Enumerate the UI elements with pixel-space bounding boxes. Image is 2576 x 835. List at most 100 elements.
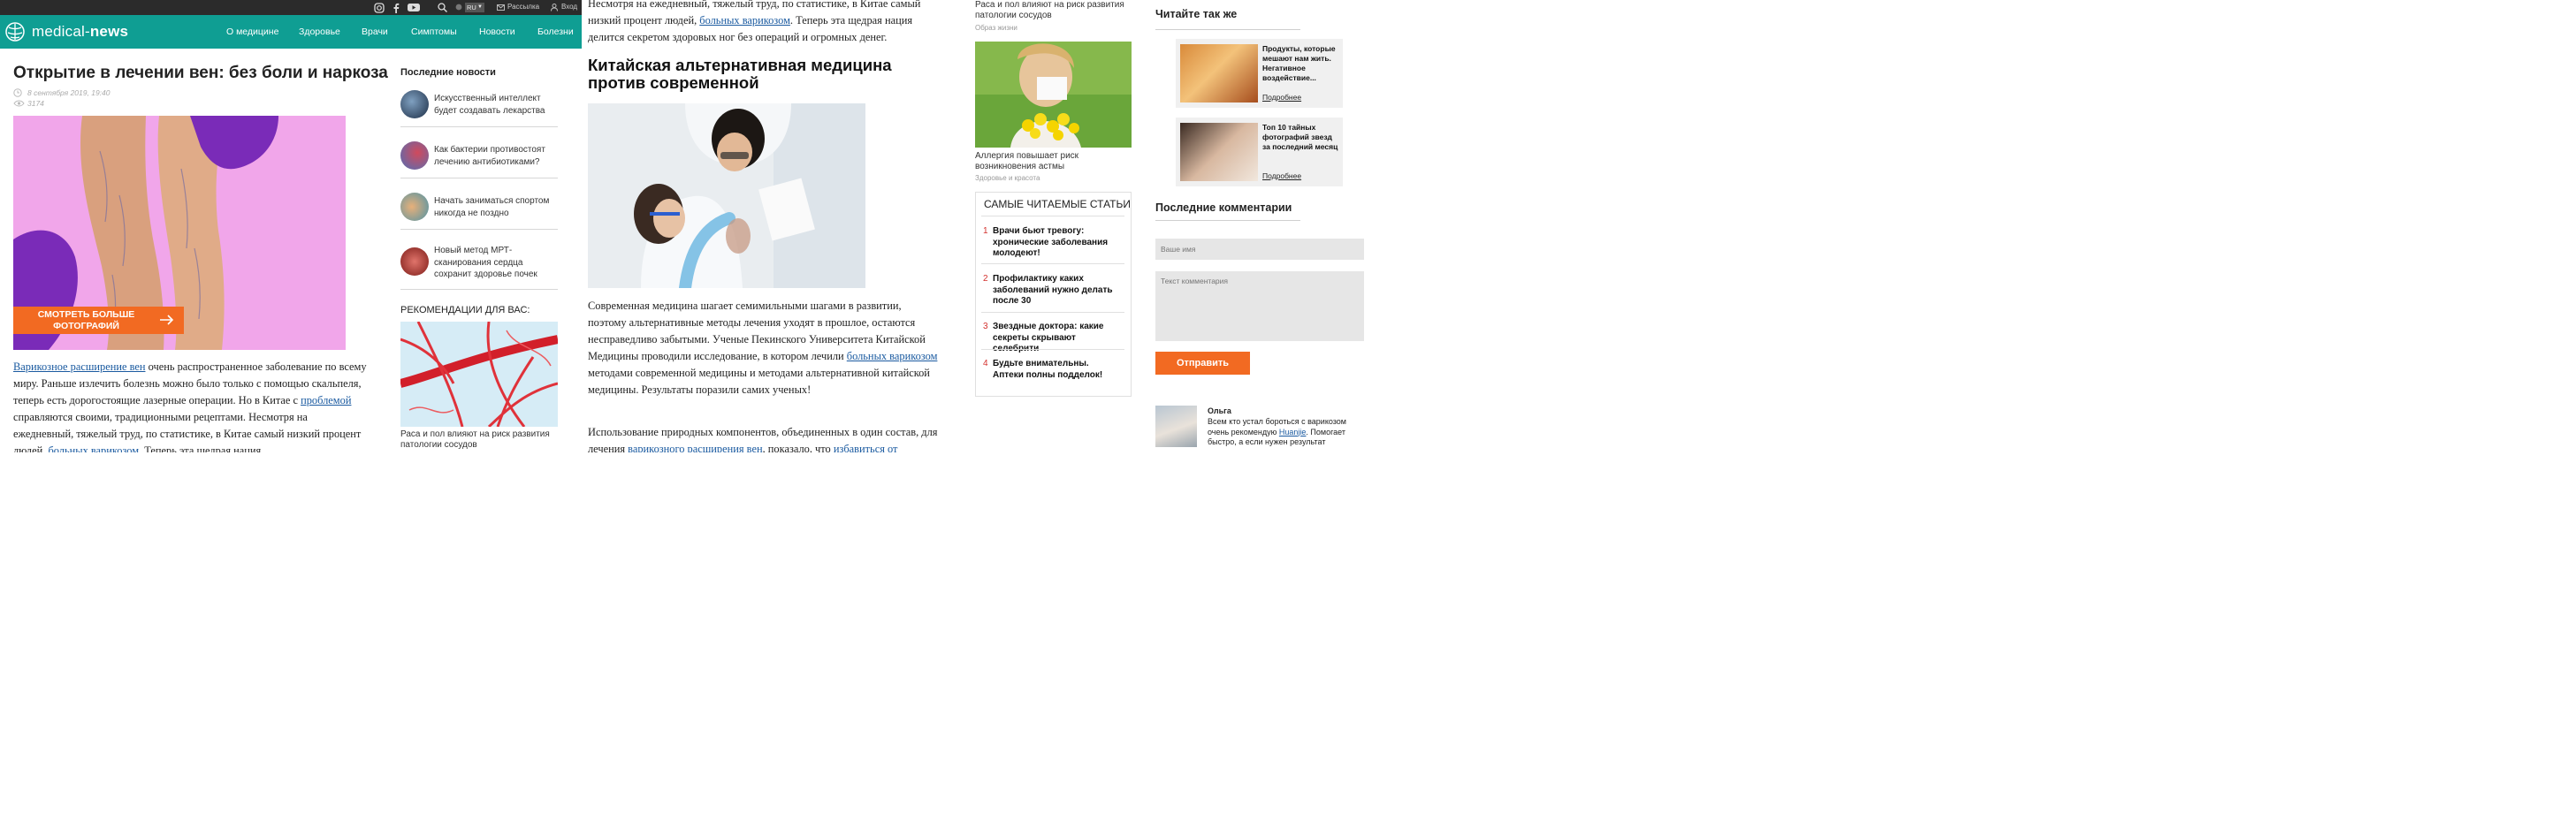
submit-comment-button[interactable]: Отправить (1155, 352, 1250, 375)
recommendation-category[interactable]: Образ жизни (975, 24, 1017, 32)
recommendation-title[interactable]: Раса и пол влияют на риск развития патол… (975, 0, 1134, 21)
divider (400, 126, 558, 127)
allergy-woman-illustration (975, 42, 1132, 148)
logo-text-medical: medical- (32, 23, 90, 40)
read-more-link[interactable]: Подробнее (1262, 171, 1301, 180)
recommendation-image-vessels[interactable] (400, 322, 558, 427)
article-image-laboratory[interactable] (588, 103, 865, 288)
most-read-heading: САМЫЕ ЧИТАЕМЫЕ СТАТЬИ (984, 198, 1131, 210)
recommendations-heading: РЕКОМЕНДАЦИИ ДЛЯ ВАС: (400, 305, 530, 315)
nav-item-medicine[interactable]: О медицине (226, 27, 278, 37)
news-item[interactable]: Как бактерии противостоят лечению антиби… (400, 141, 558, 173)
read-also-title: Продукты, которые мешают нам жить. Негат… (1262, 44, 1336, 82)
varicose-link[interactable]: варикозного расширения вен (628, 443, 762, 452)
problem-link[interactable]: проблемой (301, 394, 351, 406)
news-item[interactable]: Новый метод МРТ-сканирования сердца сохр… (400, 245, 558, 282)
more-photos-label-line1: СМОТРЕТЬ БОЛЬШЕ (37, 309, 135, 320)
read-also-card[interactable]: Продукты, которые мешают нам жить. Негат… (1176, 39, 1343, 108)
youtube-icon[interactable] (408, 3, 420, 12)
comment-avatar (1155, 406, 1197, 447)
article-paragraph-1: Варикозное расширение вен очень распрост… (13, 359, 370, 452)
article-paragraph-2: Современная медицина шагает семимильными… (588, 298, 941, 399)
varicose-patients-link[interactable]: больных варикозом (847, 350, 938, 362)
nav-item-diseases[interactable]: Болезни (537, 27, 574, 37)
more-photos-label-line2: ФОТОГРАФИЙ (53, 320, 119, 331)
recommendation-title[interactable]: Аллергия повышает риск возникновения аст… (975, 151, 1130, 172)
news-item-title: Начать заниматься спортом никогда не поз… (434, 196, 550, 218)
article-paragraph-1-continued: Несмотря на ежедневный, тяжелый труд, по… (588, 0, 946, 46)
instagram-icon[interactable] (374, 3, 385, 13)
nav-item-doctors[interactable]: Врачи (362, 27, 388, 37)
news-item[interactable]: Начать заниматься спортом никогда не поз… (400, 193, 558, 224)
read-also-card[interactable]: Топ 10 тайных фотографий звезд за послед… (1176, 118, 1343, 186)
article-paragraph-3: Использование природных компонентов, объ… (588, 424, 946, 452)
get-rid-link[interactable]: избавиться от (834, 443, 898, 452)
news-item-title: Как бактерии противостоят лечению антиби… (434, 145, 545, 167)
nav-item-health[interactable]: Здоровье (299, 27, 340, 37)
most-read-item[interactable]: 4 Будьте внимательны. Аптеки полны подде… (981, 359, 1124, 383)
recommendation-title[interactable]: Раса и пол влияют на риск развития патол… (400, 429, 560, 451)
facebook-icon[interactable] (392, 3, 400, 13)
news-item[interactable]: Искусственный интеллект будет создавать … (400, 90, 558, 122)
most-read-number: 4 (983, 359, 988, 368)
most-read-item[interactable]: 1 Врачи бьют тревогу: хронические заболе… (981, 226, 1124, 262)
nav-item-symptoms[interactable]: Симптомы (411, 27, 457, 37)
more-photos-button[interactable]: СМОТРЕТЬ БОЛЬШЕ ФОТОГРАФИЙ (13, 307, 184, 334)
article-title: Открытие в лечении вен: без боли и нарко… (13, 64, 388, 82)
divider (400, 289, 558, 290)
language-select[interactable]: RU ▼ (465, 3, 484, 12)
login-link[interactable]: Вход (561, 3, 577, 11)
laboratory-scientists-illustration (588, 103, 865, 288)
most-read-item[interactable]: 2 Профилактику каких заболеваний нужно д… (981, 274, 1124, 309)
arrow-right-icon (160, 315, 174, 325)
recommendation-image-allergy[interactable] (975, 42, 1132, 148)
search-icon[interactable] (438, 3, 447, 12)
nav-item-news[interactable]: Новости (479, 27, 515, 37)
paragraph-text: . Теперь эта щедрая нация (139, 444, 262, 452)
latest-news-heading: Последние новости (400, 67, 496, 78)
article-views: 3174 (27, 99, 44, 108)
logo-text-news: news (89, 23, 129, 40)
comment-text-input[interactable] (1155, 271, 1364, 341)
news-thumbnail-sport (400, 193, 429, 221)
huanjie-link[interactable]: Huanjie (1279, 428, 1307, 436)
chevron-down-icon: ▼ (477, 4, 483, 10)
user-icon (551, 4, 558, 11)
language-value: RU (467, 4, 476, 11)
blood-vessels-illustration (400, 322, 558, 427)
globe-icon (455, 4, 462, 11)
divider (981, 263, 1124, 264)
paragraph-text: , показало, что (762, 443, 834, 452)
news-thumbnail-mri (400, 247, 429, 276)
varicose-patients-link[interactable]: больных варикозом (48, 444, 139, 452)
news-thumbnail-bacteria (400, 141, 429, 170)
most-read-number: 1 (983, 226, 988, 236)
read-also-title: Топ 10 тайных фотографий звезд за послед… (1262, 123, 1338, 151)
logo-icon (5, 22, 25, 42)
most-read-number: 3 (983, 322, 988, 331)
divider (981, 312, 1124, 313)
read-also-image-stars (1180, 123, 1258, 181)
newsletter-link[interactable]: Рассылка (507, 3, 539, 11)
comments-heading: Последние комментарии (1155, 201, 1292, 214)
article-date: 8 сентября 2019, 19:40 (27, 88, 111, 97)
varicose-link[interactable]: Варикозное расширение вен (13, 361, 145, 373)
most-read-title: Профилактику каких заболеваний нужно дел… (993, 274, 1113, 306)
most-read-item[interactable]: 3 Звездные доктора: какие секреты скрыва… (981, 322, 1124, 353)
divider (981, 349, 1124, 350)
news-thumbnail-ai (400, 90, 429, 118)
varicose-patients-link[interactable]: больных варикозом (699, 14, 790, 27)
comment-name-input[interactable] (1155, 239, 1364, 260)
read-more-link[interactable]: Подробнее (1262, 93, 1301, 102)
clock-icon (13, 88, 22, 97)
eye-icon (13, 100, 25, 107)
read-also-heading: Читайте так же (1155, 8, 1238, 20)
recommendation-category[interactable]: Здоровье и красота (975, 174, 1040, 182)
paragraph-text: методами современной медицины и методами… (588, 367, 930, 396)
mail-icon (497, 4, 505, 11)
comment-author: Ольга (1208, 406, 1231, 415)
divider (400, 229, 558, 230)
news-item-title: Искусственный интеллект будет создавать … (434, 94, 545, 116)
top-utility-bar: RU ▼ Рассылка Вход (0, 0, 582, 15)
comment-text: Всем кто устал бороться с варикозом очен… (1208, 417, 1367, 452)
